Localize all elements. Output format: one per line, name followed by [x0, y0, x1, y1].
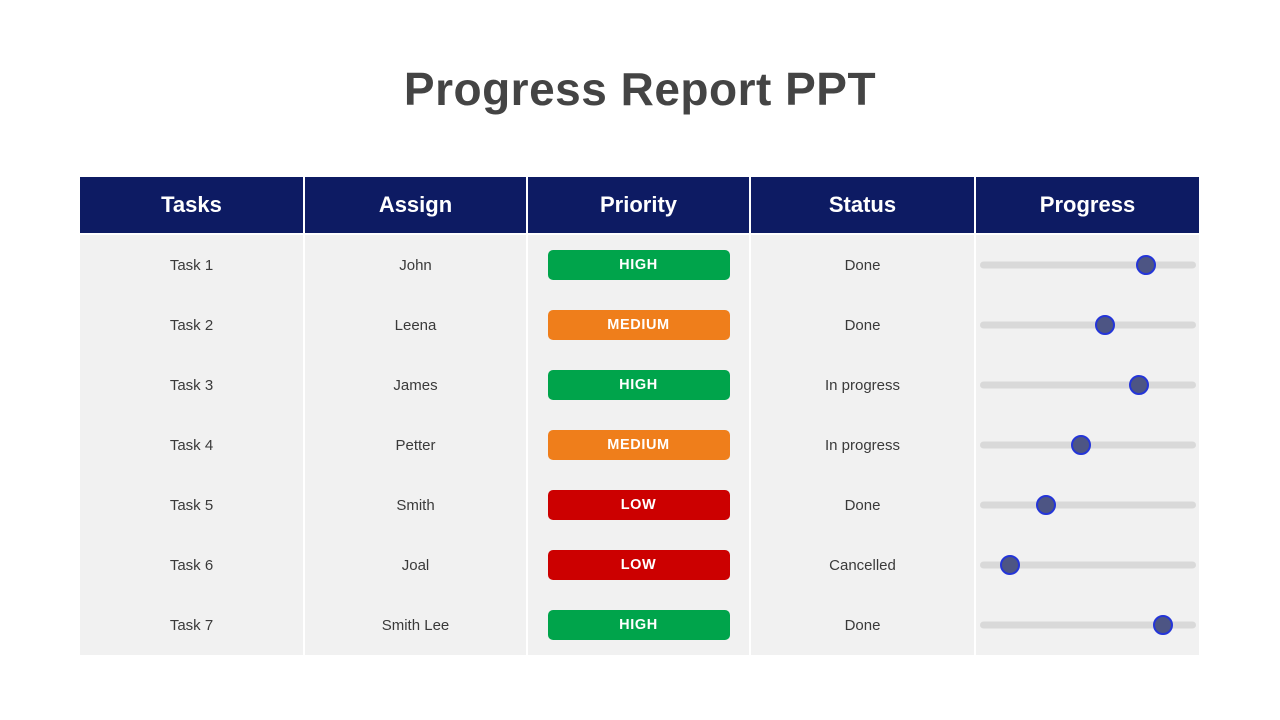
progress-slider[interactable] [979, 373, 1196, 397]
slide: Progress Report PPT Tasks Assign Priorit… [0, 0, 1280, 720]
cell-progress [976, 475, 1199, 535]
slider-thumb[interactable] [1153, 615, 1174, 635]
cell-assignee: John [305, 235, 528, 295]
cell-assignee: Smith [305, 475, 528, 535]
priority-badge[interactable]: HIGH [547, 370, 730, 400]
table-row[interactable]: Task 1 John HIGH Done [80, 233, 1199, 295]
column-header-tasks[interactable]: Tasks [80, 177, 305, 233]
cell-task-name: Task 7 [80, 595, 305, 655]
cell-status: In progress [751, 355, 976, 415]
progress-slider[interactable] [979, 493, 1196, 517]
priority-badge[interactable]: HIGH [547, 250, 730, 280]
table-row[interactable]: Task 2 Leena MEDIUM Done [80, 293, 1199, 355]
cell-progress [976, 295, 1199, 355]
page-title: Progress Report PPT [403, 63, 877, 115]
table-row[interactable]: Task 7 Smith Lee HIGH Done [80, 593, 1199, 655]
cell-priority: HIGH [528, 355, 751, 415]
slider-track[interactable] [979, 321, 1196, 329]
cell-priority: HIGH [528, 595, 751, 655]
priority-badge[interactable]: HIGH [547, 610, 730, 640]
slider-thumb[interactable] [1129, 375, 1150, 395]
priority-badge[interactable]: MEDIUM [547, 310, 730, 340]
slider-thumb[interactable] [1071, 435, 1092, 455]
cell-priority: MEDIUM [528, 415, 751, 475]
progress-table: Tasks Assign Priority Status Progress Ta… [80, 177, 1199, 655]
slider-thumb[interactable] [1135, 255, 1156, 275]
cell-assignee: Petter [305, 415, 528, 475]
cell-task-name: Task 5 [80, 475, 305, 535]
cell-progress [976, 235, 1199, 295]
table-row[interactable]: Task 6 Joal LOW Cancelled [80, 533, 1199, 595]
cell-task-name: Task 3 [80, 355, 305, 415]
cell-priority: LOW [528, 535, 751, 595]
progress-slider[interactable] [979, 253, 1196, 277]
progress-slider[interactable] [979, 433, 1196, 457]
progress-slider[interactable] [979, 313, 1196, 337]
table-header-row: Tasks Assign Priority Status Progress [80, 177, 1199, 233]
cell-progress [976, 415, 1199, 475]
priority-badge[interactable]: LOW [547, 550, 730, 580]
cell-status: Done [751, 235, 976, 295]
cell-assignee: Smith Lee [305, 595, 528, 655]
cell-assignee: Joal [305, 535, 528, 595]
progress-slider[interactable] [979, 613, 1196, 637]
table-body: Task 1 John HIGH Done Task 2 Leena MEDIUM Done T… [80, 233, 1199, 655]
slider-thumb[interactable] [1036, 495, 1057, 515]
cell-progress [976, 535, 1199, 595]
slider-track[interactable] [979, 381, 1196, 389]
cell-progress [976, 595, 1199, 655]
priority-badge[interactable]: LOW [547, 490, 730, 520]
cell-priority: LOW [528, 475, 751, 535]
cell-assignee: James [305, 355, 528, 415]
column-header-assign[interactable]: Assign [305, 177, 528, 233]
cell-task-name: Task 4 [80, 415, 305, 475]
cell-status: Done [751, 595, 976, 655]
table-row[interactable]: Task 3 James HIGH In progress [80, 353, 1199, 415]
slider-thumb[interactable] [999, 555, 1020, 575]
cell-status: Cancelled [751, 535, 976, 595]
column-header-priority[interactable]: Priority [528, 177, 751, 233]
cell-task-name: Task 6 [80, 535, 305, 595]
progress-slider[interactable] [979, 553, 1196, 577]
table-row[interactable]: Task 5 Smith LOW Done [80, 473, 1199, 535]
cell-assignee: Leena [305, 295, 528, 355]
cell-priority: HIGH [528, 235, 751, 295]
column-header-progress[interactable]: Progress [976, 177, 1199, 233]
cell-status: Done [751, 475, 976, 535]
cell-task-name: Task 2 [80, 295, 305, 355]
cell-task-name: Task 1 [80, 235, 305, 295]
slider-track[interactable] [979, 501, 1196, 509]
cell-status: In progress [751, 415, 976, 475]
cell-progress [976, 355, 1199, 415]
cell-status: Done [751, 295, 976, 355]
cell-priority: MEDIUM [528, 295, 751, 355]
slider-track[interactable] [979, 261, 1196, 269]
column-header-status[interactable]: Status [751, 177, 976, 233]
table-row[interactable]: Task 4 Petter MEDIUM In progress [80, 413, 1199, 475]
slider-thumb[interactable] [1094, 315, 1115, 335]
priority-badge[interactable]: MEDIUM [547, 430, 730, 460]
